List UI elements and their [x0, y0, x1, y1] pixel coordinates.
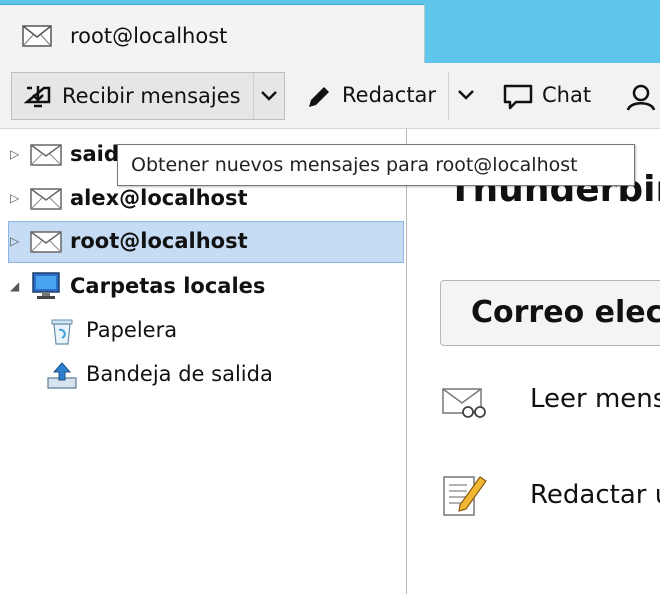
address-book-button[interactable] [614, 72, 660, 120]
compose-label: Redactar u [530, 480, 660, 510]
folder-pane: ▷ said ▷ alex@localhost ▷ root@localhost [0, 129, 407, 594]
outbox-icon [47, 362, 77, 389]
chevron-down-icon [458, 90, 474, 100]
folder-label: root@localhost [70, 229, 248, 253]
get-messages-dropdown[interactable] [253, 72, 285, 120]
tab-account[interactable]: root@localhost [0, 4, 425, 63]
write-dropdown[interactable] [448, 72, 483, 120]
folder-row-outbox[interactable]: Bandeja de salida [8, 354, 404, 396]
email-section-button[interactable]: Correo elec [440, 280, 660, 346]
read-messages-label: Leer mens [530, 384, 660, 414]
chat-bubble-icon [503, 84, 533, 110]
folder-label: Papelera [86, 318, 178, 342]
folder-row-trash[interactable]: Papelera [8, 310, 404, 352]
tab-label: root@localhost [70, 24, 228, 48]
account-central-pane: Thunderbir Correo elec Leer mens Redacta… [408, 129, 660, 594]
folder-label: alex@localhost [70, 186, 248, 210]
envelope-icon [30, 144, 62, 166]
folder-row-local-folders[interactable]: ◢ Carpetas locales [8, 266, 404, 308]
mail-toolbar: Recibir mensajes Redactar Chat [0, 63, 660, 129]
read-messages-action[interactable]: Leer mens [438, 369, 660, 429]
computer-icon [32, 272, 60, 299]
get-messages-tooltip: Obtener nuevos mensajes para root@localh… [117, 144, 635, 186]
download-icon [24, 86, 51, 108]
envelope-icon [30, 231, 62, 253]
folder-label: Carpetas locales [70, 274, 266, 298]
write-label: Redactar [342, 83, 437, 107]
compose-action[interactable]: Redactar u [438, 465, 660, 525]
tab-bar: root@localhost [0, 0, 660, 63]
chat-label: Chat [542, 83, 592, 107]
envelope-icon [30, 188, 62, 210]
compose-icon [443, 476, 487, 516]
get-messages-label: Recibir mensajes [62, 84, 241, 108]
expand-arrow-icon[interactable]: ▷ [10, 234, 19, 248]
expand-arrow-icon[interactable]: ▷ [10, 147, 19, 161]
tooltip-text: Obtener nuevos mensajes para root@localh… [131, 154, 578, 176]
folder-label: Bandeja de salida [86, 362, 273, 386]
trash-icon [51, 319, 73, 345]
email-section-label: Correo elec [471, 295, 660, 330]
contacts-icon [626, 84, 656, 111]
write-button[interactable]: Redactar [300, 72, 446, 120]
chat-button[interactable]: Chat [494, 72, 600, 120]
folder-label: said [70, 142, 119, 166]
read-messages-icon [442, 388, 486, 418]
envelope-icon [22, 25, 52, 47]
collapse-arrow-icon[interactable]: ◢ [10, 279, 19, 293]
folder-row-root[interactable]: ▷ root@localhost [8, 221, 404, 263]
get-messages-button[interactable]: Recibir mensajes [11, 72, 254, 120]
chevron-down-icon [261, 91, 277, 101]
pencil-icon [309, 87, 329, 107]
expand-arrow-icon[interactable]: ▷ [10, 191, 19, 205]
